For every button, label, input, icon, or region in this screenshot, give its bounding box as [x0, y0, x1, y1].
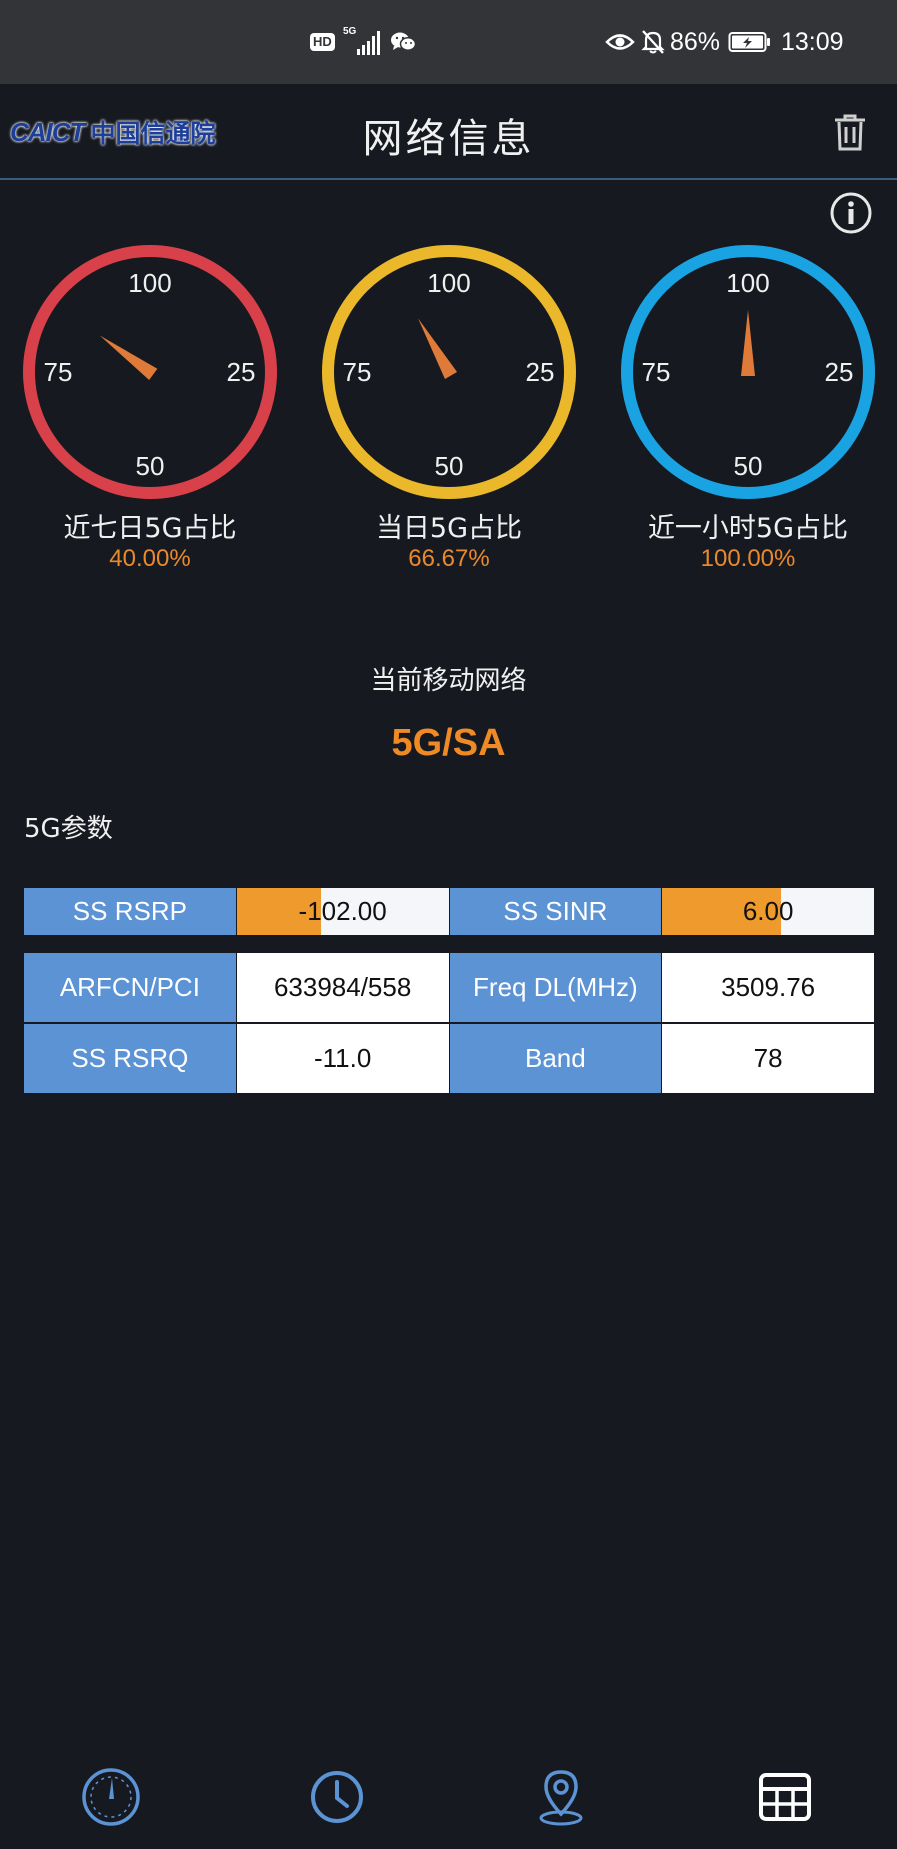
- clock-icon: [311, 1771, 363, 1823]
- nav-history-button[interactable]: [302, 1762, 372, 1832]
- rsrp-value: -102.00: [298, 896, 387, 926]
- nav-speed-button[interactable]: [76, 1762, 146, 1832]
- table-key-cell: ARFCN/PCI: [24, 953, 236, 1022]
- gauge-tick-label: 75: [642, 357, 671, 387]
- info-button[interactable]: [828, 190, 874, 236]
- table-key-cell: Freq DL(MHz): [449, 953, 662, 1022]
- location-pin-icon: [539, 1770, 583, 1826]
- rsrp-value-cell: -102.00: [236, 888, 449, 935]
- gauge-tick-label: 100: [427, 268, 470, 298]
- rsrp-label: SS RSRP: [24, 888, 236, 935]
- table-grid-icon: [759, 1773, 811, 1821]
- gauge-caption: 近一小时5G占比: [647, 513, 849, 544]
- gauge-needle: [741, 310, 755, 376]
- page-title: 网络信息: [362, 116, 535, 162]
- status-bar: HD 5G 86% 13:09: [0, 0, 897, 84]
- table-value-cell: -11.0: [236, 1024, 449, 1093]
- table-row: SS RSRP -102.00 SS SINR 6.00: [24, 888, 874, 935]
- battery-icon: [728, 0, 772, 84]
- gauge-caption: 当日5G占比: [375, 513, 523, 544]
- battery-percent-text: 86%: [670, 27, 721, 56]
- current-network-label: 当前移动网络: [370, 666, 527, 696]
- wechat-icon: [390, 0, 416, 84]
- eye-icon: [605, 0, 635, 84]
- gauge-today: 100 75 25 50: [319, 242, 579, 502]
- gauge-needle: [99, 335, 158, 381]
- params-section-label: 5G参数: [24, 814, 113, 844]
- signal-icon: 5G: [343, 0, 383, 84]
- app-screen: HD 5G 86% 13:09 CAICT 中国信通院 网络信息 100 75 …: [0, 0, 897, 1849]
- gauge-tick-label: 50: [435, 451, 464, 481]
- gauge-tick-label: 50: [734, 451, 763, 481]
- hd-text: HD: [310, 33, 335, 51]
- gauge-tick-label: 75: [44, 357, 73, 387]
- gauge-value: 66.67%: [408, 545, 490, 572]
- table-value-cell: 633984/558: [236, 953, 449, 1022]
- gauge-7day: 100 75 25 50: [20, 242, 280, 502]
- gauge-tick-label: 25: [825, 357, 854, 387]
- trash-icon: [835, 114, 865, 151]
- bottom-nav: [0, 1760, 897, 1849]
- nav-map-button[interactable]: [526, 1762, 596, 1832]
- current-network-value: 5G/SA: [391, 722, 506, 764]
- signal-bars-icon: [357, 31, 380, 55]
- hd-badge: HD: [310, 0, 335, 84]
- gauge-value: 100.00%: [700, 545, 796, 572]
- time-text: 13:09: [781, 27, 844, 56]
- table-key-cell: Band: [449, 1024, 662, 1093]
- gauge-tick-label: 25: [526, 357, 555, 387]
- app-header: CAICT 中国信通院 网络信息: [0, 84, 897, 180]
- table-row: SS RSRQ -11.0 Band 78: [24, 1024, 874, 1093]
- gauge-value: 40.00%: [109, 545, 191, 572]
- gauge-needle: [418, 318, 458, 379]
- gauge-tick-label: 25: [227, 357, 256, 387]
- speedometer-icon: [82, 1768, 140, 1826]
- table-value-cell: 3509.76: [662, 953, 874, 1022]
- gauge-tick-label: 100: [726, 268, 769, 298]
- table-row: ARFCN/PCI 633984/558 Freq DL(MHz) 3509.7…: [24, 953, 874, 1022]
- table-value-cell: 78: [662, 1024, 874, 1093]
- info-icon: [830, 192, 872, 234]
- sinr-label: SS SINR: [449, 888, 662, 935]
- sinr-value-cell: 6.00: [662, 888, 874, 935]
- bell-off-icon: [641, 0, 665, 84]
- gauge-caption: 近七日5G占比: [63, 513, 237, 544]
- gauge-tick-label: 75: [343, 357, 372, 387]
- gauge-tick-label: 50: [136, 451, 165, 481]
- sinr-value: 6.00: [742, 896, 794, 926]
- clock-time: 13:09: [781, 0, 844, 84]
- params-table: ARFCN/PCI 633984/558 Freq DL(MHz) 3509.7…: [24, 953, 874, 1093]
- nav-table-button[interactable]: [750, 1762, 820, 1832]
- gauge-tick-label: 100: [128, 268, 171, 298]
- signal-strength-table: SS RSRP -102.00 SS SINR 6.00: [24, 888, 874, 935]
- delete-button[interactable]: [826, 108, 874, 156]
- gauge-1hour: 100 75 25 50: [618, 242, 878, 502]
- table-key-cell: SS RSRQ: [24, 1024, 236, 1093]
- battery-percent: 86%: [670, 0, 720, 84]
